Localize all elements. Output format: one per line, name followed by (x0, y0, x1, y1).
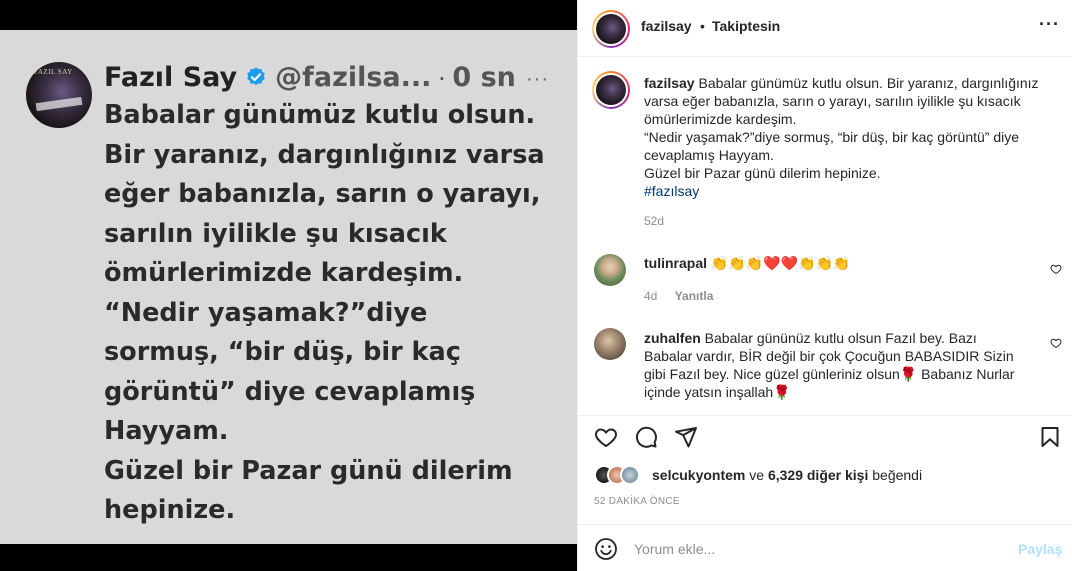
heart-icon[interactable] (594, 425, 618, 449)
comment-icon[interactable] (634, 425, 658, 449)
liker-avatars[interactable] (594, 465, 654, 485)
commenter-avatar[interactable] (594, 328, 626, 360)
comment-line: Babalar vardır, BİR değil bir çok Çocuğu… (644, 348, 1014, 364)
comment-like-heart-icon[interactable] (1050, 337, 1062, 349)
tweet-line: Babalar günümüz kutlu olsun. (104, 100, 536, 130)
likes-suffix: beğendi (872, 467, 923, 483)
tweet-more-icon: ··· (526, 68, 549, 90)
caption-line: Babalar günümüz kutlu olsun. Bir yaranız… (698, 75, 1039, 91)
commenter-avatar[interactable] (594, 254, 626, 286)
tweet-avatar: FAZIL SAY (26, 62, 92, 128)
posted-time[interactable]: 52 DAKİKA ÖNCE (594, 496, 680, 507)
tweet-line: sarılın iyilikle şu kısacık (104, 218, 447, 249)
post-header: fazilsay • Takiptesin ··· (578, 0, 1072, 57)
bookmark-icon[interactable] (1038, 425, 1062, 449)
caption-line: varsa eğer babanızla, sarın o yarayı, sa… (644, 93, 1021, 109)
tweet-text: Babalar günümüz kutlu olsun. Bir yaranız… (104, 96, 554, 531)
comment-line: Babalar gününüz kutlu olsun Fazıl bey. B… (704, 330, 977, 346)
author-username-link[interactable]: fazilsay (641, 18, 692, 34)
comment-text: tulinrapal 👏👏👏❤️❤️👏👏👏 (644, 254, 1034, 272)
tweet-separator: · (437, 61, 447, 92)
post-caption: fazilsay Babalar günümüz kutlu olsun. Bi… (644, 74, 1054, 200)
comment-username-link[interactable]: zuhalfen (644, 330, 701, 346)
caption-line: “Nedir yaşamak?”diye sormuş, “bir düş, b… (644, 129, 1020, 145)
share-icon[interactable] (674, 425, 698, 449)
tweet-line: hepinize. (104, 495, 236, 525)
tweet-line: Güzel bir Pazar günü dilerim (104, 455, 513, 486)
comment-line: içinde yatsın inşallah🌹 (644, 384, 791, 400)
comment-body: 👏👏👏❤️❤️👏👏👏 (710, 255, 851, 271)
caption-username-link[interactable]: fazilsay (644, 75, 695, 91)
likes-text: selcukyontem ve 6,329 diğer kişi beğendi (652, 467, 922, 483)
liker-username-link[interactable]: selcukyontem (652, 467, 745, 483)
likes-row: selcukyontem ve 6,329 diğer kişi beğendi (578, 459, 1072, 491)
follow-status-button[interactable]: Takiptesin (712, 18, 780, 34)
add-comment-bar: Paylaş (578, 524, 1072, 571)
tweet-line: sormuş, “bir düş, bir kaç (104, 337, 461, 367)
comment-like-heart-icon[interactable] (1050, 263, 1062, 275)
comment-text: zuhalfen Babalar gününüz kutlu olsun Faz… (644, 329, 1034, 401)
avatar-caption: FAZIL SAY (34, 68, 73, 76)
hashtag-link[interactable]: #fazılsay (644, 182, 1054, 200)
tweet-header: Fazıl Say @fazilsa... · 0 sn (104, 60, 516, 94)
header-dot: • (700, 18, 705, 34)
action-bar (578, 415, 1072, 459)
liker-avatar (620, 465, 640, 485)
tweet-line: “Nedir yaşamak?”diye (104, 297, 428, 328)
likes-count-link[interactable]: 6,329 diğer kişi (768, 467, 868, 483)
tweet-line: görüntü” diye cevaplamış (104, 376, 476, 407)
caption-time[interactable]: 52d (644, 214, 664, 228)
comment-time[interactable]: 4d (644, 289, 657, 303)
caption-line: cevaplamış Hayyam. (644, 147, 774, 163)
caption-line: ömürlerimizde kardeşim. (644, 111, 797, 127)
likes-and: ve (749, 467, 765, 483)
comment-username-link[interactable]: tulinrapal (644, 255, 707, 271)
comment-line: gibi Fazıl bey. Nice güzel günleriniz ol… (644, 366, 1015, 382)
tweet-line: Hayyam. (104, 416, 229, 446)
post-image[interactable]: FAZIL SAY Fazıl Say @fazilsa... · 0 sn ·… (0, 0, 577, 571)
caption-avatar[interactable] (592, 71, 630, 109)
author-avatar[interactable] (592, 10, 630, 48)
tweet-line: ömürlerimizde kardeşim. (104, 258, 464, 288)
caption-line: Güzel bir Pazar günü dilerim hepinize. (644, 165, 881, 181)
post-panel: fazilsay • Takiptesin ··· fazilsay Babal… (577, 0, 1072, 571)
reply-button[interactable]: Yanıtla (675, 289, 714, 303)
tweet-time: 0 sn (452, 61, 516, 93)
comments-section: fazilsay Babalar günümüz kutlu olsun. Bi… (578, 57, 1072, 415)
tweet-line: eğer babanızla, sarın o yarayı, (104, 179, 541, 209)
tweet-handle: @fazilsa... (275, 61, 432, 93)
tweet-author-name: Fazıl Say (104, 61, 238, 93)
post-comment-button[interactable]: Paylaş (1018, 541, 1062, 557)
more-options-icon[interactable]: ··· (1039, 14, 1060, 35)
comment-input[interactable] (634, 537, 994, 561)
verified-badge-icon (247, 67, 265, 86)
avatar-piano-shape (35, 96, 83, 112)
comment-meta: 4d Yanıtla (644, 289, 713, 303)
tweet-line: Bir yaranız, dargınlığınız varsa (104, 139, 545, 170)
emoji-icon[interactable] (594, 537, 618, 561)
tweet-card: FAZIL SAY Fazıl Say @fazilsa... · 0 sn ·… (0, 30, 577, 544)
